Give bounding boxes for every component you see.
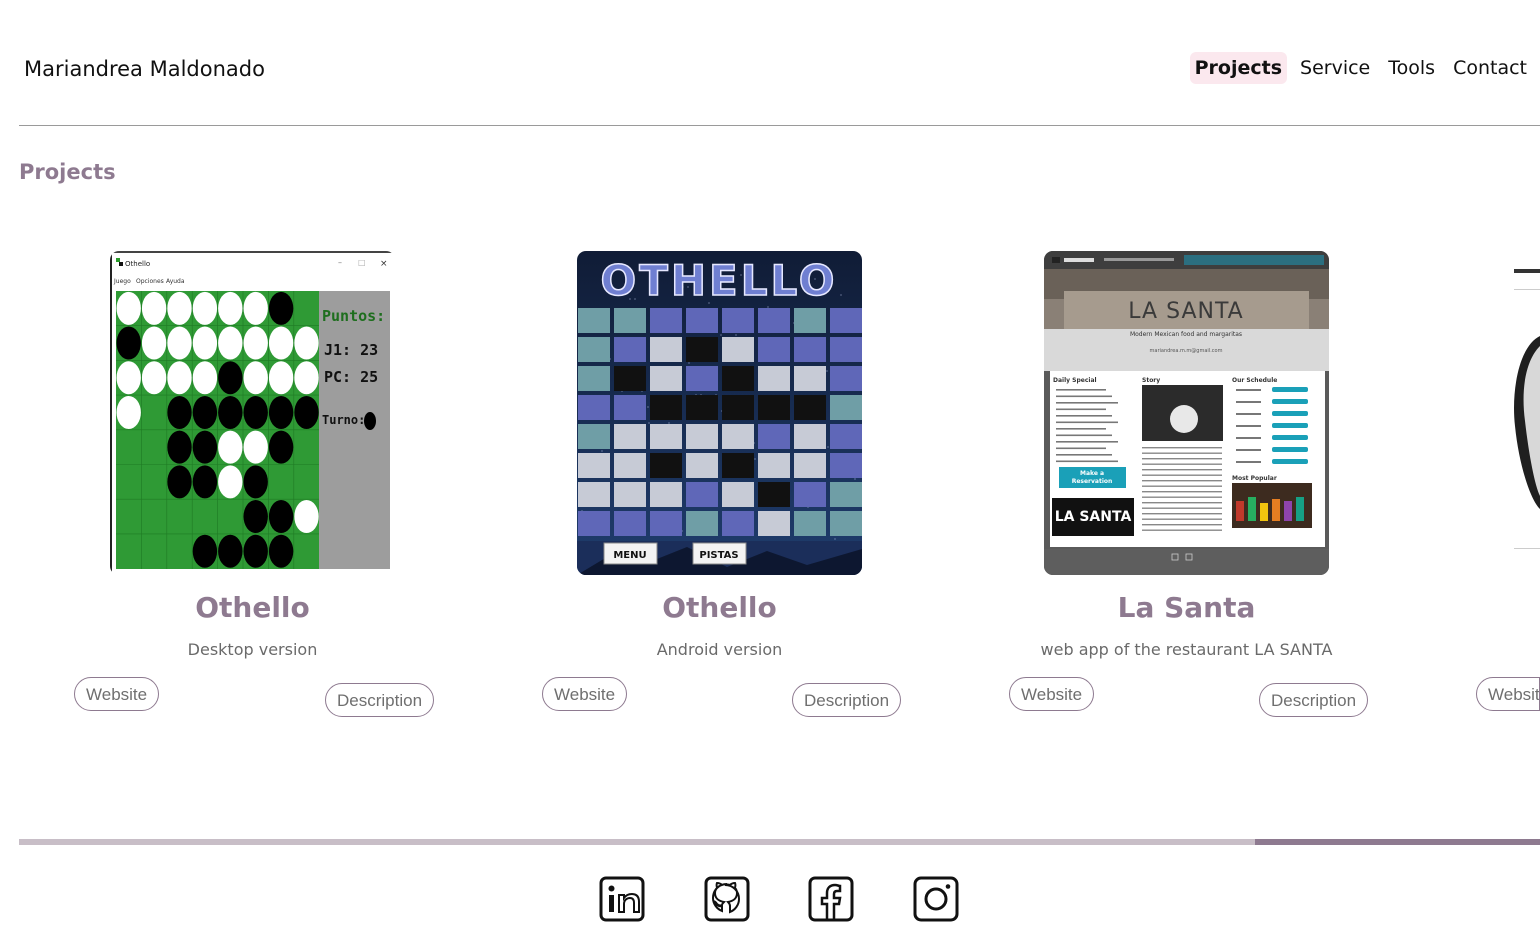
svg-text:Modern Mexican food and margar: Modern Mexican food and margaritas <box>1130 331 1242 338</box>
nav-tools[interactable]: Tools <box>1379 52 1444 84</box>
main-nav: Projects Service Tools Contact <box>1189 52 1536 84</box>
section-title: Projects <box>19 160 116 184</box>
site-brand[interactable]: Mariandrea Maldonado <box>24 57 265 81</box>
project-card-othello-android: OTHELLO MENU PISTAS Othello Android vers… <box>542 251 1047 731</box>
project-thumbnail[interactable]: LA SANTA Modern Mexican food and margari… <box>1044 251 1329 575</box>
svg-text:MENU: MENU <box>613 550 646 561</box>
svg-text:Make a: Make a <box>1080 470 1104 477</box>
svg-text:Story: Story <box>1142 377 1160 384</box>
svg-text:Reservation: Reservation <box>1072 478 1113 485</box>
website-button-partial[interactable]: Websit <box>1476 677 1540 711</box>
instagram-icon[interactable] <box>913 876 959 922</box>
svg-text:Puntos:: Puntos: <box>322 307 385 325</box>
svg-text:Juego: Juego <box>113 278 131 285</box>
description-button[interactable]: Description <box>325 683 435 717</box>
svg-text:□: □ <box>358 258 366 267</box>
svg-text:LA SANTA: LA SANTA <box>1055 509 1132 525</box>
svg-text:Opciones: Opciones <box>136 278 164 285</box>
svg-text:–: – <box>338 258 342 267</box>
svg-text:mariandrea.m.m@gmail.com: mariandrea.m.m@gmail.com <box>1150 348 1223 354</box>
nav-contact[interactable]: Contact <box>1444 52 1536 84</box>
website-button[interactable]: Website <box>1009 677 1095 711</box>
description-button[interactable]: Description <box>1259 683 1369 717</box>
svg-text:Our Schedule: Our Schedule <box>1232 377 1277 384</box>
project-title: Othello <box>195 591 310 624</box>
svg-text:Most Popular: Most Popular <box>1232 475 1277 482</box>
nav-projects[interactable]: Projects <box>1189 52 1288 84</box>
carousel-progress[interactable] <box>19 839 1540 845</box>
project-thumbnail[interactable]: Othello – □ × Juego Opciones Ayuda Punto… <box>110 251 395 575</box>
linkedin-icon[interactable] <box>599 876 645 922</box>
project-thumbnail[interactable]: OTHELLO MENU PISTAS <box>577 251 862 575</box>
svg-text:PC: 25: PC: 25 <box>324 368 378 386</box>
carousel-progress-thumb[interactable] <box>1255 839 1540 845</box>
svg-text:J1: 23: J1: 23 <box>324 341 378 359</box>
svg-text:LA SANTA: LA SANTA <box>1128 299 1243 324</box>
website-button[interactable]: Website <box>74 677 160 711</box>
facebook-icon[interactable] <box>808 876 854 922</box>
nav-service[interactable]: Service <box>1291 52 1379 84</box>
project-title: La Santa <box>1117 591 1256 624</box>
project-subtitle: Android version <box>656 640 783 659</box>
svg-text:Turno:: Turno: <box>322 413 365 427</box>
project-title: Othello <box>662 591 777 624</box>
svg-text:Othello: Othello <box>125 260 150 268</box>
svg-text:Ayuda: Ayuda <box>166 278 185 285</box>
project-thumbnail[interactable] <box>1511 251 1540 575</box>
project-subtitle: web app of the restaurant LA SANTA <box>1040 640 1333 659</box>
svg-text:PISTAS: PISTAS <box>699 550 738 561</box>
svg-text:Daily Special: Daily Special <box>1053 377 1097 384</box>
description-button[interactable]: Description <box>792 683 902 717</box>
header-divider <box>19 125 1540 126</box>
project-card-othello-desktop: Othello – □ × Juego Opciones Ayuda Punto… <box>74 251 580 731</box>
svg-text:OTHELLO: OTHELLO <box>601 256 838 305</box>
project-card-partial <box>1511 251 1540 731</box>
website-button[interactable]: Website <box>542 677 628 711</box>
github-icon[interactable] <box>704 876 750 922</box>
project-subtitle: Desktop version <box>187 640 318 659</box>
project-card-la-santa: LA SANTA Modern Mexican food and margari… <box>1009 251 1514 731</box>
svg-text:×: × <box>380 259 388 269</box>
